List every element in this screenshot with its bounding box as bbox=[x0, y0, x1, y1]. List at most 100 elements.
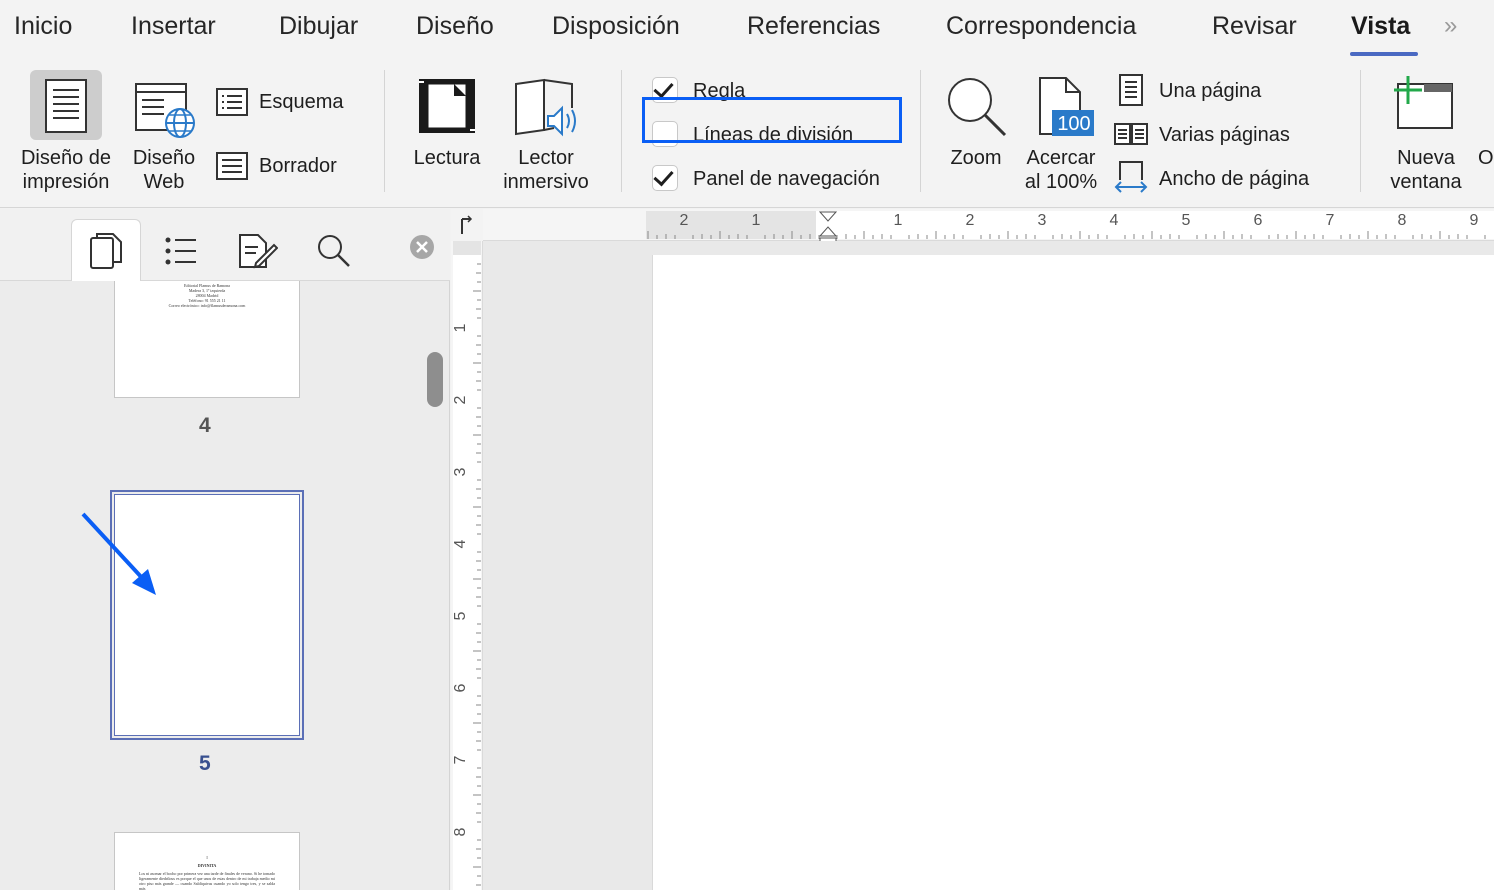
headings-icon[interactable] bbox=[164, 235, 198, 269]
navigation-pane-checkbox[interactable] bbox=[652, 165, 678, 191]
tab-referencias[interactable]: Referencias bbox=[747, 12, 880, 41]
tab-dibujar[interactable]: Dibujar bbox=[279, 12, 358, 41]
immersive-reader-icon[interactable] bbox=[514, 78, 580, 138]
web-layout-label-line1: Diseño bbox=[132, 147, 196, 169]
ribbon-separator bbox=[1360, 70, 1361, 192]
document-canvas[interactable] bbox=[483, 241, 1494, 890]
navigation-pane-tabs bbox=[0, 209, 450, 281]
tab-disposicion[interactable]: Disposición bbox=[552, 12, 680, 41]
thumbnail-line: DIVINITA bbox=[197, 863, 217, 868]
horizontal-ruler[interactable]: 2 1 1 2 3 4 5 6 7 8 9 bbox=[483, 209, 1494, 251]
ruler-label: 6 bbox=[452, 683, 469, 692]
page-width-button[interactable]: Ancho de página bbox=[1159, 167, 1309, 191]
vertical-ruler[interactable]: 1 2 3 4 5 6 7 8 bbox=[451, 241, 483, 890]
ribbon-separator bbox=[621, 70, 622, 192]
print-layout-label-line1: Diseño de bbox=[20, 147, 112, 169]
word-window: Inicio Insertar Dibujar Diseño Disposici… bbox=[0, 0, 1494, 890]
draft-icon[interactable] bbox=[216, 152, 248, 180]
navigation-pane-label[interactable]: Panel de navegación bbox=[693, 167, 880, 191]
thumbnail-text: I DIVINITA Los ni asomar el bocho por pr… bbox=[115, 855, 299, 890]
new-window-label[interactable]: Nueva ventana bbox=[1380, 146, 1472, 194]
print-layout-button[interactable] bbox=[30, 70, 102, 140]
page-thumbnail-6[interactable]: I DIVINITA Los ni asomar el bocho por pr… bbox=[114, 832, 300, 890]
immersive-reader-label-line1: Lector bbox=[518, 147, 574, 169]
ruler-label: 7 bbox=[452, 755, 469, 764]
more-tabs-icon[interactable]: » bbox=[1444, 12, 1457, 40]
new-window-icon[interactable] bbox=[1392, 74, 1456, 132]
new-window-label-line1: Nueva bbox=[1397, 147, 1455, 169]
tab-revisar[interactable]: Revisar bbox=[1212, 12, 1297, 41]
one-page-icon[interactable] bbox=[1118, 74, 1144, 106]
navigation-pane-highlight bbox=[642, 97, 902, 143]
ruler-label: 5 bbox=[452, 611, 469, 620]
tab-thumbnails[interactable] bbox=[71, 219, 141, 281]
tab-correspondencia[interactable]: Correspondencia bbox=[946, 12, 1136, 41]
ruler-label: 8 bbox=[1398, 212, 1407, 229]
close-icon[interactable] bbox=[409, 234, 435, 260]
tab-vista[interactable]: Vista bbox=[1351, 12, 1410, 41]
search-icon[interactable] bbox=[316, 233, 352, 269]
multiple-pages-icon[interactable] bbox=[1114, 122, 1148, 146]
ribbon-tab-bar: Inicio Insertar Dibujar Diseño Disposici… bbox=[0, 0, 1494, 58]
immersive-reader-label[interactable]: Lector inmersivo bbox=[490, 146, 602, 194]
ruler-label: 1 bbox=[452, 323, 469, 332]
thumbnail-line: Correo electrónico: info@flamusderamona.… bbox=[168, 303, 246, 308]
zoom-100-label-line1: Acercar bbox=[1026, 147, 1096, 169]
print-layout-label: Diseño de impresión bbox=[14, 146, 118, 194]
focus-reading-label[interactable]: Lectura bbox=[400, 146, 494, 170]
ruler-label: 4 bbox=[1110, 212, 1119, 229]
draft-button[interactable]: Borrador bbox=[259, 154, 337, 178]
active-tab-indicator bbox=[1350, 52, 1418, 56]
tab-selector[interactable] bbox=[451, 209, 483, 241]
thumbnails-icon bbox=[90, 233, 122, 269]
tab-insertar[interactable]: Insertar bbox=[131, 12, 216, 41]
zoom-icon[interactable] bbox=[946, 76, 1008, 138]
ruler-label: 7 bbox=[1326, 212, 1335, 229]
zoom-100-badge: 100 bbox=[1057, 113, 1091, 135]
ruler-label: 2 bbox=[680, 212, 689, 229]
new-window-label-line2: ventana bbox=[1390, 171, 1462, 193]
ruler-label: 1 bbox=[752, 212, 761, 229]
navigation-pane: Editorial Flamus de Ramona Madera 3, 1º … bbox=[0, 209, 450, 890]
web-layout-icon[interactable] bbox=[134, 82, 198, 138]
ribbon-separator bbox=[384, 70, 385, 192]
page-number-4: 4 bbox=[199, 414, 211, 437]
outline-icon[interactable] bbox=[216, 88, 248, 116]
ruler-label: 9 bbox=[1470, 212, 1479, 229]
zoom-100-label[interactable]: Acercar al 100% bbox=[1016, 146, 1106, 194]
edit-icon[interactable] bbox=[238, 231, 278, 271]
print-layout-label-line2: impresión bbox=[22, 171, 110, 193]
zoom-100-label-line2: al 100% bbox=[1024, 171, 1098, 193]
thumbnail-line: Los ni asomar el bocho por primera vez u… bbox=[139, 871, 275, 890]
tab-stop-icon bbox=[461, 215, 473, 234]
ruler-label: 3 bbox=[1038, 212, 1047, 229]
thumbnail-text: Editorial Flamus de Ramona Madera 3, 1º … bbox=[115, 283, 299, 308]
navigation-pane-scrollbar[interactable] bbox=[427, 352, 443, 407]
ruler-label: 3 bbox=[452, 467, 469, 476]
web-layout-label[interactable]: Diseño Web bbox=[124, 146, 204, 194]
horizontal-ruler-scale: 2 1 1 2 3 4 5 6 7 8 9 bbox=[646, 211, 1494, 251]
ruler-label: 2 bbox=[452, 395, 469, 404]
tab-inicio[interactable]: Inicio bbox=[14, 12, 72, 41]
page-number-5: 5 bbox=[199, 752, 211, 775]
cut-off-ribbon-label[interactable]: O bbox=[1478, 146, 1494, 170]
ruler-label: 5 bbox=[1182, 212, 1191, 229]
one-page-button[interactable]: Una página bbox=[1159, 79, 1261, 103]
ruler-label: 8 bbox=[452, 827, 469, 836]
thumbnail-line: I bbox=[206, 855, 208, 860]
zoom-label[interactable]: Zoom bbox=[936, 146, 1016, 170]
focus-reading-icon[interactable] bbox=[418, 78, 476, 134]
immersive-reader-label-line2: inmersivo bbox=[503, 171, 589, 193]
vertical-ruler-scale: 1 2 3 4 5 6 7 8 bbox=[452, 241, 481, 890]
annotation-arrow bbox=[81, 512, 156, 595]
ruler-label: 1 bbox=[894, 212, 903, 229]
page-thumbnail-4[interactable]: Editorial Flamus de Ramona Madera 3, 1º … bbox=[114, 281, 300, 398]
multiple-pages-button[interactable]: Varias páginas bbox=[1159, 123, 1290, 147]
page-width-icon[interactable] bbox=[1114, 160, 1148, 194]
ruler-label: 4 bbox=[452, 539, 469, 548]
outline-button[interactable]: Esquema bbox=[259, 90, 344, 114]
tab-diseno[interactable]: Diseño bbox=[416, 12, 494, 41]
document-page[interactable] bbox=[653, 255, 1494, 890]
print-layout-icon bbox=[45, 79, 87, 133]
ruler-label: 6 bbox=[1254, 212, 1263, 229]
